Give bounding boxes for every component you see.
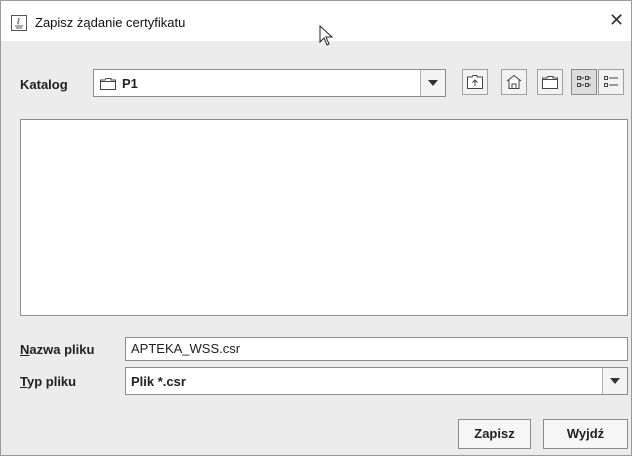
file-save-dialog: Zapisz żądanie certyfikatu ✕ Katalog P1 [0,0,632,456]
details-view-button[interactable] [598,69,624,95]
folder-icon [100,78,116,93]
list-view-icon [577,76,591,87]
filetype-value: Plik *.csr [131,374,186,389]
list-view-button[interactable] [571,69,597,95]
new-folder-button[interactable] [537,69,563,95]
close-icon[interactable]: ✕ [609,11,624,29]
details-view-icon [604,76,618,87]
up-folder-icon [467,75,483,89]
home-button[interactable] [501,69,527,95]
filetype-label-text: Typ pliku [20,374,77,389]
filename-label-text: Nazwa pliku [20,342,95,357]
location-dropdown[interactable]: P1 [93,69,446,97]
up-folder-button[interactable] [462,69,488,95]
file-list[interactable] [20,119,628,316]
location-value: P1 [122,76,138,91]
location-label: Katalog [20,77,68,92]
filename-label: Nazwa pliku [20,342,94,357]
chevron-down-icon[interactable] [420,70,445,96]
java-app-icon [11,15,27,34]
new-folder-icon [542,76,558,89]
title-bar: Zapisz żądanie certyfikatu ✕ [1,1,631,46]
dialog-title: Zapisz żądanie certyfikatu [35,15,186,30]
filename-input[interactable]: APTEKA_WSS.csr [125,337,628,361]
home-icon [506,74,522,89]
cancel-button[interactable]: Wyjdź [543,419,628,449]
filetype-label: Typ pliku [20,374,76,389]
mouse-cursor-icon [319,24,335,50]
filetype-dropdown[interactable]: Plik *.csr [125,367,628,395]
chevron-down-icon[interactable] [602,368,627,394]
save-button[interactable]: Zapisz [458,419,531,449]
